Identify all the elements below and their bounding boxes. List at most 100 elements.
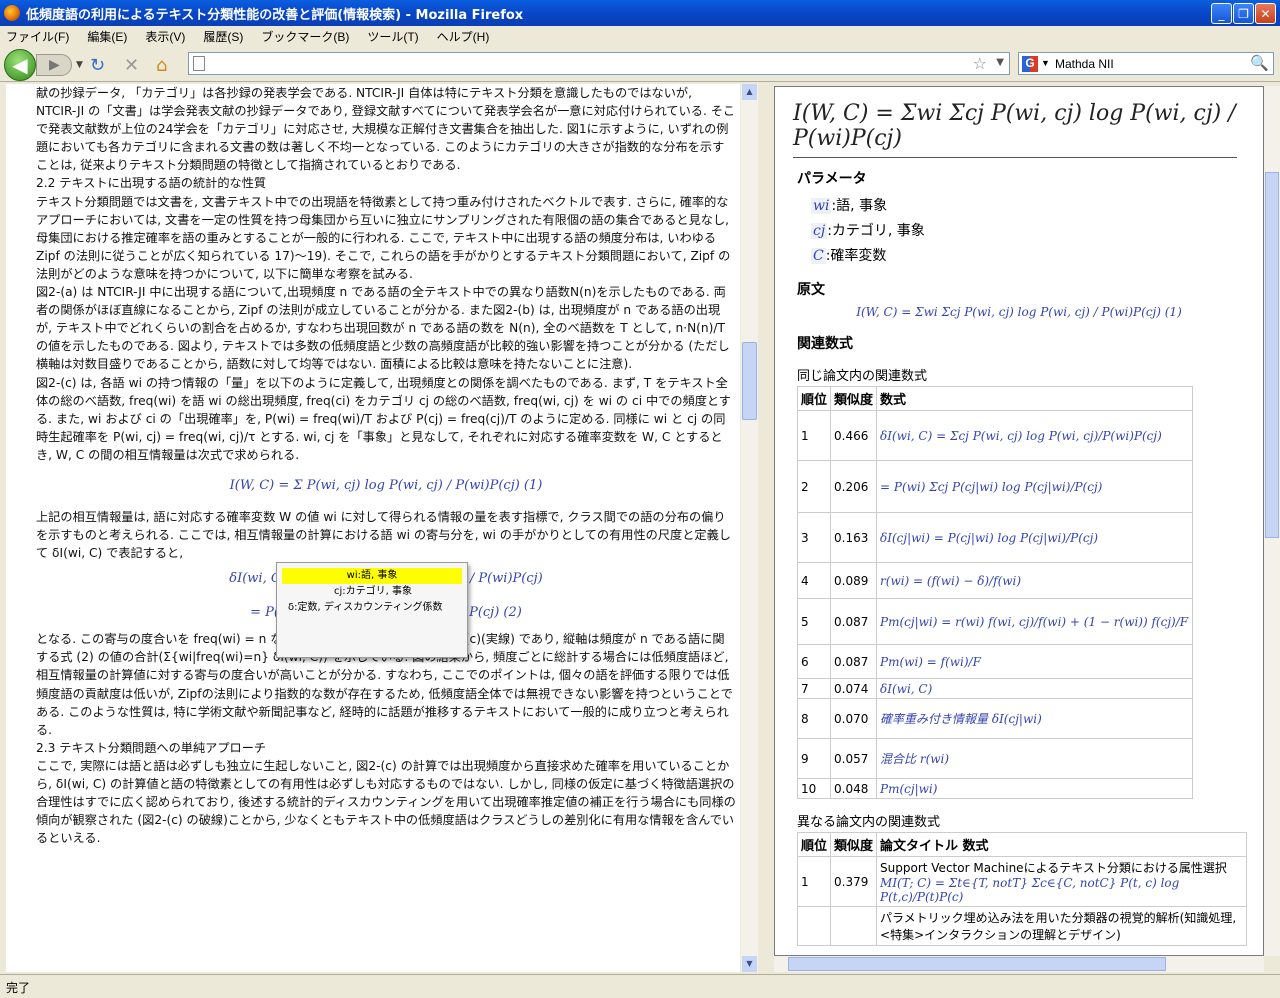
table-row[interactable]: 10 0.048 Pm(cj|wi) — [796, 778, 1194, 799]
horizontal-scrollbar[interactable] — [774, 956, 1264, 972]
window-title: 低頻度語の利用によるテキスト分類性能の改善と評価(情報検索) - Mozilla… — [26, 7, 524, 23]
url-bar[interactable]: ☆ ▼ — [188, 52, 1010, 75]
column-header: 類似度 — [830, 386, 878, 411]
rank-cell: 4 — [796, 562, 832, 599]
table-row[interactable]: 4 0.089 r(wi) = (f(wi) − δ)/f(wi) — [796, 562, 1194, 599]
section-heading: 2.3 テキスト分類問題への単純アプローチ — [36, 740, 267, 755]
paragraph: テキスト分類問題では文書を, 文書テキスト中での出現語を特徴素として持つ重み付け… — [36, 194, 731, 281]
status-text: 完了 — [6, 981, 31, 995]
score-cell: 0.048 — [830, 778, 878, 799]
score-cell: 0.466 — [830, 410, 878, 461]
paragraph: 献の抄録データ, 「カテゴリ」は各抄録の発表学会である. NTCIR-JI 自体… — [36, 86, 736, 173]
param-symbol[interactable]: C — [811, 248, 826, 264]
menu-edit[interactable]: 編集(E) — [87, 28, 127, 45]
tooltip-row: cj:カテゴリ, 事象 — [334, 586, 413, 597]
column-header: 類似度 — [830, 832, 878, 857]
formula-cell[interactable]: r(wi) = (f(wi) − δ)/f(wi) — [876, 562, 1194, 599]
paragraph: 図2-(a) は NTCIR-JI 中に出現する語について,出現頻度 n である… — [36, 285, 730, 372]
related-heading: 関連数式 — [797, 336, 853, 352]
menu-tools[interactable]: ツール(T) — [367, 28, 418, 45]
table-row[interactable]: パラメトリック埋め込み法を用いた分類器の視覚的解析(知識処理, <特集>インタラ… — [796, 906, 1248, 946]
rank-cell: 3 — [796, 512, 832, 563]
param-symbol[interactable]: cj — [811, 223, 828, 239]
menu-help[interactable]: ヘルプ(H) — [437, 28, 490, 45]
formula-cell[interactable]: Pm(cj|wi) — [876, 778, 1194, 799]
right-scrollbar[interactable] — [1264, 86, 1280, 956]
history-dropdown-icon[interactable]: ▼ — [76, 60, 83, 70]
menu-view[interactable]: 表示(V) — [145, 28, 185, 45]
formula-cell[interactable]: 確率重み付き情報量 δI(cj|wi) — [876, 698, 1194, 739]
forward-button[interactable]: ▶ — [36, 54, 72, 76]
table-row[interactable]: 9 0.057 混合比 r(wi) — [796, 738, 1194, 779]
formula-cell[interactable]: Pm(cj|wi) = r(wi) f(wi, cj)/f(wi) + (1 −… — [876, 598, 1194, 645]
math-tooltip: wi:語, 事象 cj:カテゴリ, 事象 δ:定数, ディスカウンティング係数 — [276, 562, 468, 658]
table-row[interactable]: 8 0.070 確率重み付き情報量 δI(cj|wi) — [796, 698, 1194, 739]
page-icon — [193, 56, 205, 71]
scroll-thumb[interactable] — [1265, 172, 1279, 538]
section-heading: 2.2 テキストに出現する語の統計的な性質 — [36, 176, 267, 191]
formula-cell[interactable]: δI(wi, C) = Σcj P(wi, cj) log P(wi, cj)/… — [876, 410, 1194, 461]
table-row[interactable]: 2 0.206 = P(wi) Σcj P(cj|wi) log P(cj|wi)/… — [796, 460, 1194, 513]
maximize-button[interactable]: ❐ — [1233, 3, 1254, 24]
table-row[interactable]: 7 0.074 δI(wi, C) — [796, 678, 1194, 699]
paper-cell[interactable]: Support Vector Machineによるテキスト分類における属性選択 M… — [876, 856, 1248, 907]
close-window-button[interactable]: ✕ — [1255, 3, 1276, 24]
table-row[interactable]: 3 0.163 δI(cj|wi) = P(cj|wi) log P(cj|wi)/… — [796, 512, 1194, 563]
reload-icon[interactable]: ↻ — [90, 55, 105, 76]
param-desc: :カテゴリ, 事象 — [827, 223, 925, 239]
param-item: wi:語, 事象 — [811, 194, 1263, 219]
menu-bookmarks[interactable]: ブックマーク(B) — [261, 28, 349, 45]
table-row[interactable]: 1 0.379 Support Vector Machineによるテキスト分類におけ… — [796, 856, 1248, 907]
scroll-thumb[interactable] — [742, 342, 757, 420]
stop-icon[interactable]: ✕ — [124, 55, 139, 76]
param-desc: :確率変数 — [825, 248, 887, 264]
home-icon[interactable]: ⌂ — [156, 55, 167, 76]
minimize-button[interactable]: _ — [1211, 3, 1232, 24]
formula-cell[interactable]: = P(wi) Σcj P(cj|wi) log P(cj|wi)/P(cj) — [876, 460, 1194, 513]
param-desc: :語, 事象 — [831, 198, 888, 214]
original-formula[interactable]: I(W, C) = Σwi Σcj P(wi, cj) log P(wi, cj… — [775, 305, 1263, 319]
formula-cell[interactable]: δI(wi, C) — [876, 678, 1194, 699]
param-item: C:確率変数 — [811, 244, 1263, 269]
score-cell: 0.163 — [830, 512, 878, 563]
paper-title-link[interactable]: Support Vector Machineによるテキスト分類における属性選択 — [880, 859, 1243, 876]
column-header: 数式 — [876, 386, 1194, 411]
menu-history[interactable]: 履歴(S) — [203, 28, 243, 45]
tooltip-row: δ:定数, ディスカウンティング係数 — [288, 602, 443, 613]
rank-cell: 6 — [796, 644, 832, 679]
table-row[interactable]: 5 0.087 Pm(cj|wi) = r(wi) f(wi, cj)/f(wi) … — [796, 598, 1194, 645]
left-scrollbar[interactable]: ▲ ▼ — [741, 84, 758, 972]
score-cell: 0.070 — [830, 698, 878, 739]
formula-cell[interactable]: Pm(wi) = f(wi)/F — [876, 644, 1194, 679]
scroll-thumb[interactable] — [788, 957, 1166, 971]
param-symbol[interactable]: wi — [811, 198, 832, 214]
table-row[interactable]: 6 0.087 Pm(wi) = f(wi)/F — [796, 644, 1194, 679]
rank-cell — [796, 906, 832, 946]
scroll-down-icon[interactable]: ▼ — [742, 956, 757, 972]
formula-cell[interactable]: δI(cj|wi) = P(cj|wi) log P(cj|wi)/P(cj) — [876, 512, 1194, 563]
menu-file[interactable]: ファイル(F) — [6, 28, 69, 45]
paragraph: 図2-(c) は, 各語 wi の持つ情報の「量」を以下のように定義して, 出現… — [36, 375, 731, 462]
paper-title-link[interactable]: パラメトリック埋め込み法を用いた分類器の視覚的解析(知識処理, <特集>インタラ… — [876, 906, 1248, 946]
google-engine-icon[interactable]: G — [1022, 56, 1038, 72]
bookmark-star-icon[interactable]: ☆ — [973, 54, 987, 73]
same-paper-heading: 同じ論文内の関連数式 — [797, 369, 928, 384]
param-item: cj:カテゴリ, 事象 — [811, 219, 1263, 244]
rank-cell: 8 — [796, 698, 832, 739]
tooltip-row: wi:語, 事象 — [282, 568, 462, 584]
url-dropdown-icon[interactable]: ▼ — [996, 57, 1004, 68]
search-bar[interactable]: G ▼ 🔍 — [1018, 52, 1274, 75]
equation-1[interactable]: I(W, C) = Σ P(wi, cj) log P(wi, cj) / P(… — [36, 464, 736, 508]
search-icon[interactable]: 🔍 — [1250, 54, 1269, 72]
formula-cell[interactable]: 混合比 r(wi) — [876, 738, 1194, 779]
engine-dropdown-icon[interactable]: ▼ — [1041, 58, 1050, 68]
params-heading: パラメータ — [797, 171, 867, 187]
scroll-up-icon[interactable]: ▲ — [742, 84, 757, 100]
rank-cell: 2 — [796, 460, 832, 513]
same-paper-table: 順位 類似度 数式 1 0.466 δI(wi, C) = Σcj P(wi, cj) … — [796, 386, 1194, 799]
search-input[interactable] — [1055, 56, 1245, 71]
score-cell: 0.087 — [830, 598, 878, 645]
back-button[interactable]: ◀ — [4, 49, 36, 81]
table-row[interactable]: 1 0.466 δI(wi, C) = Σcj P(wi, cj) log P(wi… — [796, 410, 1194, 461]
formula-cell[interactable]: MI(T; C) = Σt∈{T, notT} Σc∈{C, notC} P(t… — [880, 876, 1243, 904]
